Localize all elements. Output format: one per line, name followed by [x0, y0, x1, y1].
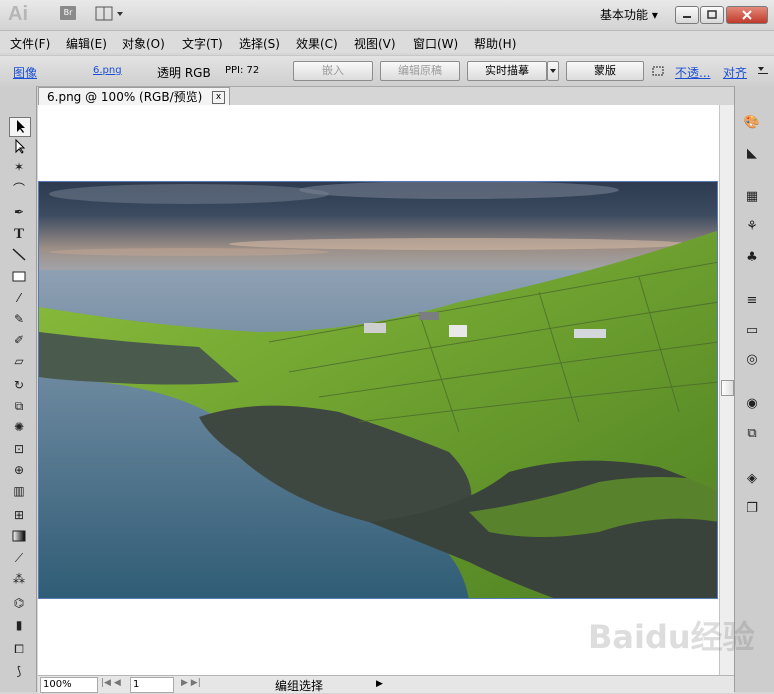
- workspace-switcher[interactable]: 基本功能 ▾: [600, 6, 658, 23]
- maximize-button[interactable]: [700, 6, 724, 24]
- graph-tool-icon[interactable]: ▥: [9, 482, 29, 500]
- document-tab[interactable]: 6.png @ 100% (RGB/预览) x: [38, 87, 230, 106]
- line-tool-icon[interactable]: [9, 246, 29, 264]
- selection-tool-icon[interactable]: [9, 117, 31, 137]
- control-bar: 图像 6.png 透明 RGB PPI: 72 嵌入 编辑原稿 实时描摹 蒙版 …: [0, 55, 774, 87]
- slice-tool-icon[interactable]: ⟆: [9, 662, 29, 680]
- scale-tool-icon[interactable]: ⧉: [9, 397, 29, 415]
- transparency-panel-icon[interactable]: ◎: [742, 350, 762, 370]
- eraser-tool-icon[interactable]: ▱: [9, 352, 29, 370]
- zoom-value: 100%: [43, 679, 72, 690]
- lasso-tool-icon[interactable]: ⌒: [9, 180, 29, 198]
- vertical-scroll-thumb[interactable]: [721, 380, 734, 396]
- swatches-panel-icon[interactable]: ▦: [742, 187, 762, 207]
- status-selection-label: 编组选择: [275, 679, 324, 693]
- shape-builder-tool-icon[interactable]: ⊕: [9, 461, 29, 479]
- paintbrush-tool-icon[interactable]: ⁄: [9, 289, 29, 307]
- menu-object[interactable]: 对象(O): [122, 35, 165, 52]
- placed-image[interactable]: [38, 181, 718, 599]
- gradient-panel-icon[interactable]: ▭: [742, 321, 762, 341]
- menu-file[interactable]: 文件(F): [10, 35, 50, 52]
- zoom-select[interactable]: 100%: [40, 677, 98, 693]
- arrange-icon: [95, 6, 123, 21]
- app-logo: Ai: [8, 3, 28, 25]
- symbols-panel-icon[interactable]: ♣: [742, 248, 762, 268]
- menu-type[interactable]: 文字(T): [182, 35, 223, 52]
- menu-edit[interactable]: 编辑(E): [66, 35, 107, 52]
- edit-original-button[interactable]: 编辑原稿: [380, 61, 460, 81]
- menu-select[interactable]: 选择(S): [239, 35, 280, 52]
- layers-panel-icon[interactable]: ◈: [742, 469, 762, 489]
- image-label-link[interactable]: 图像: [13, 64, 37, 81]
- status-bar: 100% |◀ ◀ 1 ▶ ▶| 编组选择 ▶: [38, 675, 734, 693]
- live-trace-options-button[interactable]: [547, 61, 559, 81]
- mesh-tool-icon[interactable]: ⊞: [9, 506, 29, 524]
- dropdown-arrow-icon: [550, 69, 556, 73]
- watermark: Baidu经验: [588, 618, 755, 656]
- embed-button[interactable]: 嵌入: [293, 61, 373, 81]
- magic-wand-tool-icon[interactable]: ✶: [9, 158, 29, 176]
- document-title: 6.png @ 100% (RGB/预览): [47, 90, 203, 104]
- status-menu-arrow-icon[interactable]: ▶: [376, 679, 383, 689]
- minimize-icon: [683, 16, 691, 18]
- first-page-icon[interactable]: |◀ ◀: [101, 678, 121, 688]
- arrange-documents-button[interactable]: [95, 6, 125, 22]
- column-graph-tool-icon[interactable]: ▮: [9, 616, 29, 634]
- minimize-button[interactable]: [675, 6, 699, 24]
- blend-tool-icon[interactable]: ⁂: [9, 570, 29, 588]
- brushes-panel-icon[interactable]: ⚘: [742, 217, 762, 237]
- maximize-icon: [707, 10, 717, 19]
- next-page-icon[interactable]: ▶ ▶|: [181, 678, 201, 688]
- title-bar: Ai Br 基本功能 ▾: [0, 0, 774, 31]
- close-icon: [742, 10, 752, 20]
- free-transform-tool-icon[interactable]: ⊡: [9, 440, 29, 458]
- live-trace-button[interactable]: 实时描摹: [467, 61, 547, 81]
- mask-button[interactable]: 蒙版: [566, 61, 644, 81]
- color-panel-icon[interactable]: 🎨: [742, 113, 762, 133]
- color-guide-icon[interactable]: ◣: [742, 144, 762, 164]
- ppi-value: PPI: 72: [225, 65, 260, 76]
- menu-view[interactable]: 视图(V): [354, 35, 396, 52]
- menu-bar: 文件(F) 编辑(E) 对象(O) 文字(T) 选择(S) 效果(C) 视图(V…: [0, 31, 774, 53]
- warp-tool-icon[interactable]: ✺: [9, 418, 29, 436]
- type-tool-icon[interactable]: T: [9, 225, 29, 243]
- filename-link[interactable]: 6.png: [93, 65, 122, 76]
- stroke-panel-icon[interactable]: ≡: [742, 291, 762, 311]
- artboard-tool-icon[interactable]: ⧠: [9, 640, 29, 658]
- transform-icon[interactable]: [651, 65, 665, 77]
- opacity-link[interactable]: 不透...: [675, 64, 710, 81]
- page-select[interactable]: 1: [130, 677, 174, 693]
- close-window-button[interactable]: [726, 6, 768, 24]
- gradient-tool-icon[interactable]: [9, 528, 29, 546]
- menu-window[interactable]: 窗口(W): [413, 35, 458, 52]
- panel-dock: [734, 86, 774, 692]
- artboards-panel-icon[interactable]: ❐: [742, 499, 762, 519]
- align-link[interactable]: 对齐: [723, 64, 747, 81]
- close-document-button[interactable]: x: [212, 91, 225, 104]
- rotate-tool-icon[interactable]: ↻: [9, 376, 29, 394]
- page-value: 1: [133, 679, 140, 690]
- symbol-sprayer-tool-icon[interactable]: ⌬: [9, 594, 29, 612]
- graphic-styles-panel-icon[interactable]: ⧉: [742, 424, 762, 444]
- pencil-tool-icon[interactable]: ✎: [9, 310, 29, 328]
- rectangle-tool-icon[interactable]: [9, 268, 29, 286]
- menu-help[interactable]: 帮助(H): [474, 35, 516, 52]
- blob-brush-tool-icon[interactable]: ✐: [9, 331, 29, 349]
- color-mode: 透明 RGB: [157, 66, 211, 80]
- landscape-image: [39, 182, 717, 598]
- bridge-button[interactable]: Br: [60, 6, 76, 20]
- pen-tool-icon[interactable]: ✒: [9, 203, 29, 221]
- menu-effect[interactable]: 效果(C): [296, 35, 338, 52]
- control-menu-icon[interactable]: [757, 65, 769, 77]
- eyedropper-tool-icon[interactable]: ⟋: [9, 549, 29, 567]
- appearance-panel-icon[interactable]: ◉: [742, 394, 762, 414]
- direct-selection-tool-icon[interactable]: [9, 138, 29, 156]
